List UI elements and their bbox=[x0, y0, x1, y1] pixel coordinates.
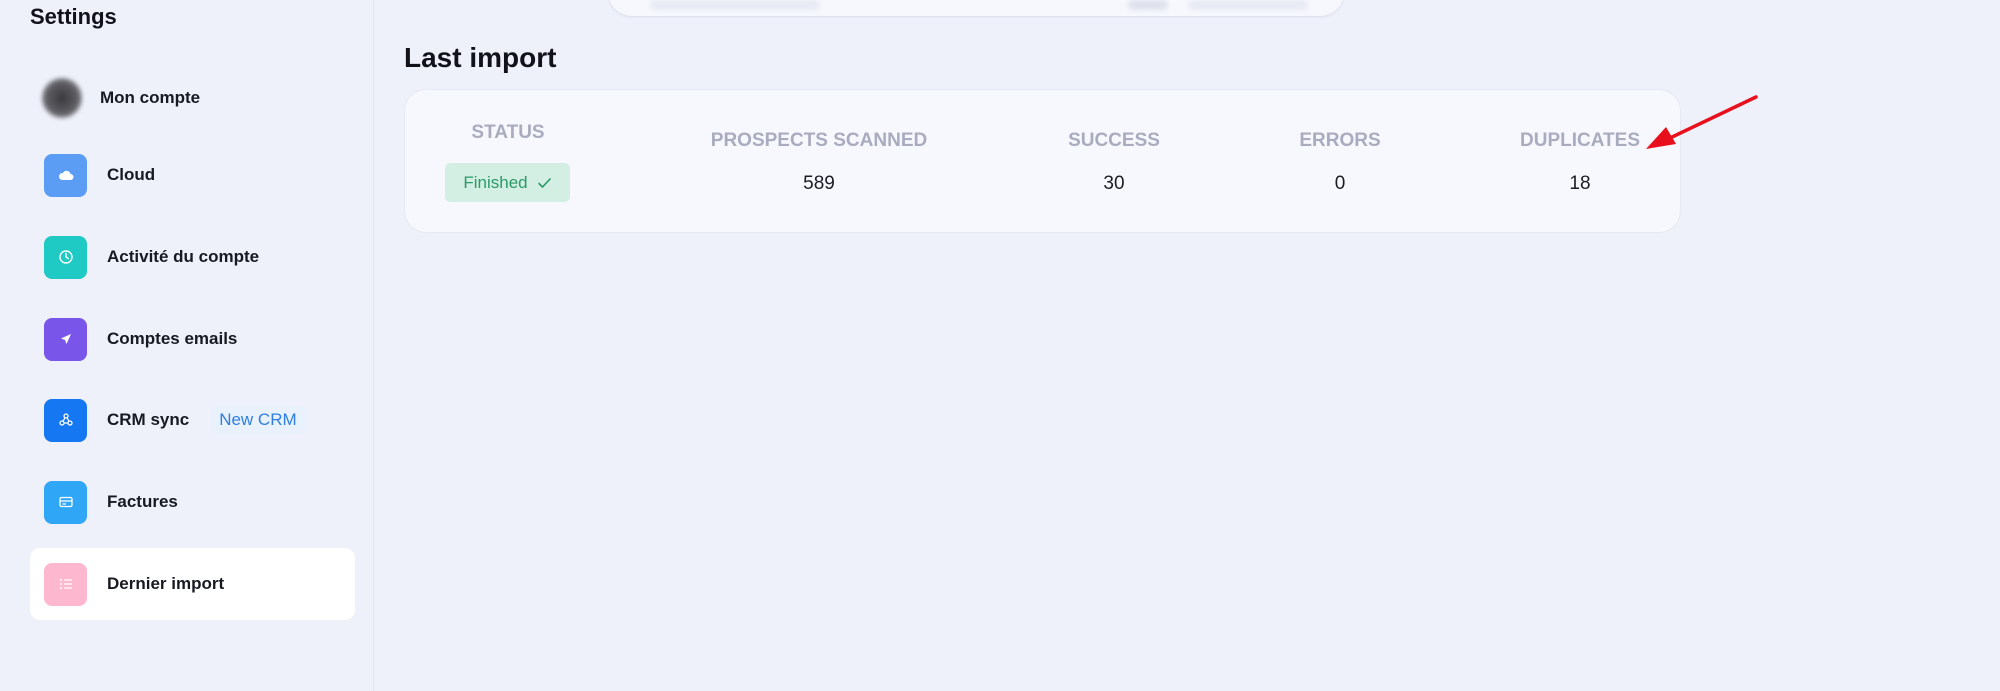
send-icon bbox=[44, 317, 87, 361]
sidebar-item-activite[interactable]: Activité du compte bbox=[30, 221, 355, 293]
annotation-arrow bbox=[1646, 95, 1758, 149]
clock-icon bbox=[44, 235, 87, 279]
sync-icon bbox=[44, 398, 87, 442]
blurred-content bbox=[1188, 0, 1308, 10]
new-crm-badge: New CRM bbox=[211, 406, 305, 434]
blurred-content bbox=[650, 0, 820, 10]
previous-card bbox=[608, 0, 1344, 16]
last-import-card: STATUS PROSPECTS SCANNED SUCCESS ERRORS … bbox=[404, 89, 1681, 233]
sidebar-item-label: Comptes emails bbox=[107, 329, 238, 348]
column-header-status: STATUS bbox=[471, 122, 545, 143]
settings-sidebar: Settings Mon compte Cloud Activité du co… bbox=[0, 0, 374, 691]
settings-title: Settings bbox=[30, 4, 117, 29]
prospects-scanned-value: 589 bbox=[803, 173, 835, 194]
errors-value: 0 bbox=[1334, 173, 1346, 194]
invoice-icon bbox=[44, 480, 87, 524]
sidebar-item-label: Mon compte bbox=[100, 88, 201, 107]
duplicates-value: 18 bbox=[1569, 173, 1591, 194]
sidebar-item-mon-compte[interactable]: Mon compte bbox=[30, 62, 355, 134]
avatar bbox=[42, 78, 82, 118]
sidebar-item-dernier-import[interactable]: Dernier import bbox=[30, 548, 355, 620]
sidebar-item-label: Dernier import bbox=[107, 574, 225, 593]
column-header-errors: ERRORS bbox=[1299, 130, 1381, 151]
page-title: Last import bbox=[404, 42, 557, 73]
sidebar-item-label: Factures bbox=[107, 492, 178, 511]
success-value: 30 bbox=[1103, 173, 1125, 194]
check-icon bbox=[537, 177, 552, 189]
status-badge: Finished bbox=[445, 163, 570, 202]
cloud-icon bbox=[44, 153, 87, 197]
sidebar-item-label: Cloud bbox=[107, 165, 156, 184]
sidebar-item-factures[interactable]: Factures bbox=[30, 466, 355, 538]
sidebar-item-comptes-emails[interactable]: Comptes emails bbox=[30, 303, 355, 375]
sidebar-item-label: Activité du compte bbox=[107, 247, 260, 266]
status-text: Finished bbox=[463, 172, 528, 192]
sidebar-item-label: CRM sync bbox=[107, 410, 190, 429]
column-header-success: SUCCESS bbox=[1068, 130, 1160, 151]
sidebar-item-cloud[interactable]: Cloud bbox=[30, 139, 355, 211]
column-header-prospects-scanned: PROSPECTS SCANNED bbox=[710, 130, 928, 151]
list-icon bbox=[44, 562, 87, 606]
blurred-content bbox=[1128, 0, 1168, 10]
sidebar-item-crm-sync[interactable]: CRM sync New CRM bbox=[30, 384, 355, 456]
column-header-duplicates: DUPLICATES bbox=[1520, 130, 1640, 151]
